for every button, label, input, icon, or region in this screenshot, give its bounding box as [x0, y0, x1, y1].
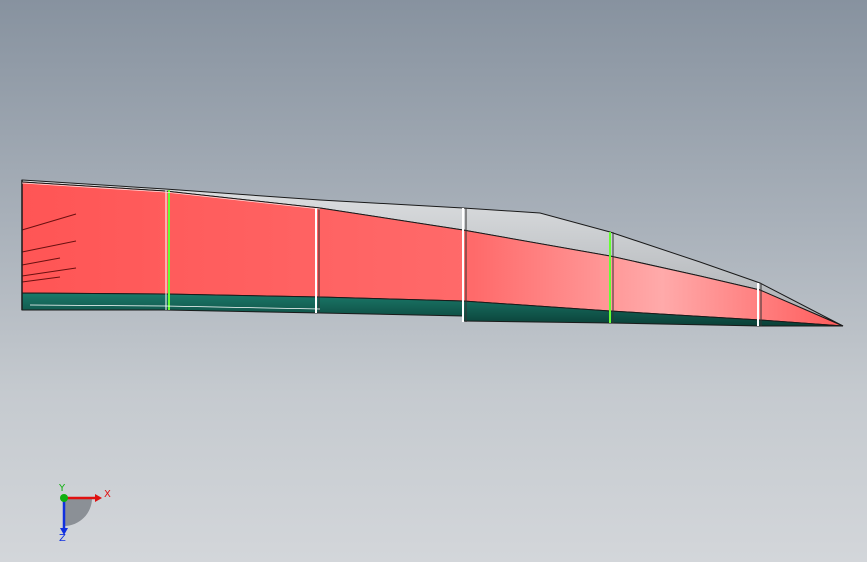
y-axis-label: Y	[58, 483, 66, 494]
y-axis-dot	[60, 494, 68, 502]
cad-viewport[interactable]: X Z Y	[0, 0, 867, 562]
z-axis-label: Z	[59, 533, 66, 544]
wing-spar-model[interactable]	[0, 0, 867, 562]
x-axis-arrow	[95, 494, 102, 502]
coordinate-triad[interactable]: X Z Y	[40, 478, 120, 548]
triad-background	[64, 498, 92, 526]
x-axis-label: X	[104, 489, 111, 500]
